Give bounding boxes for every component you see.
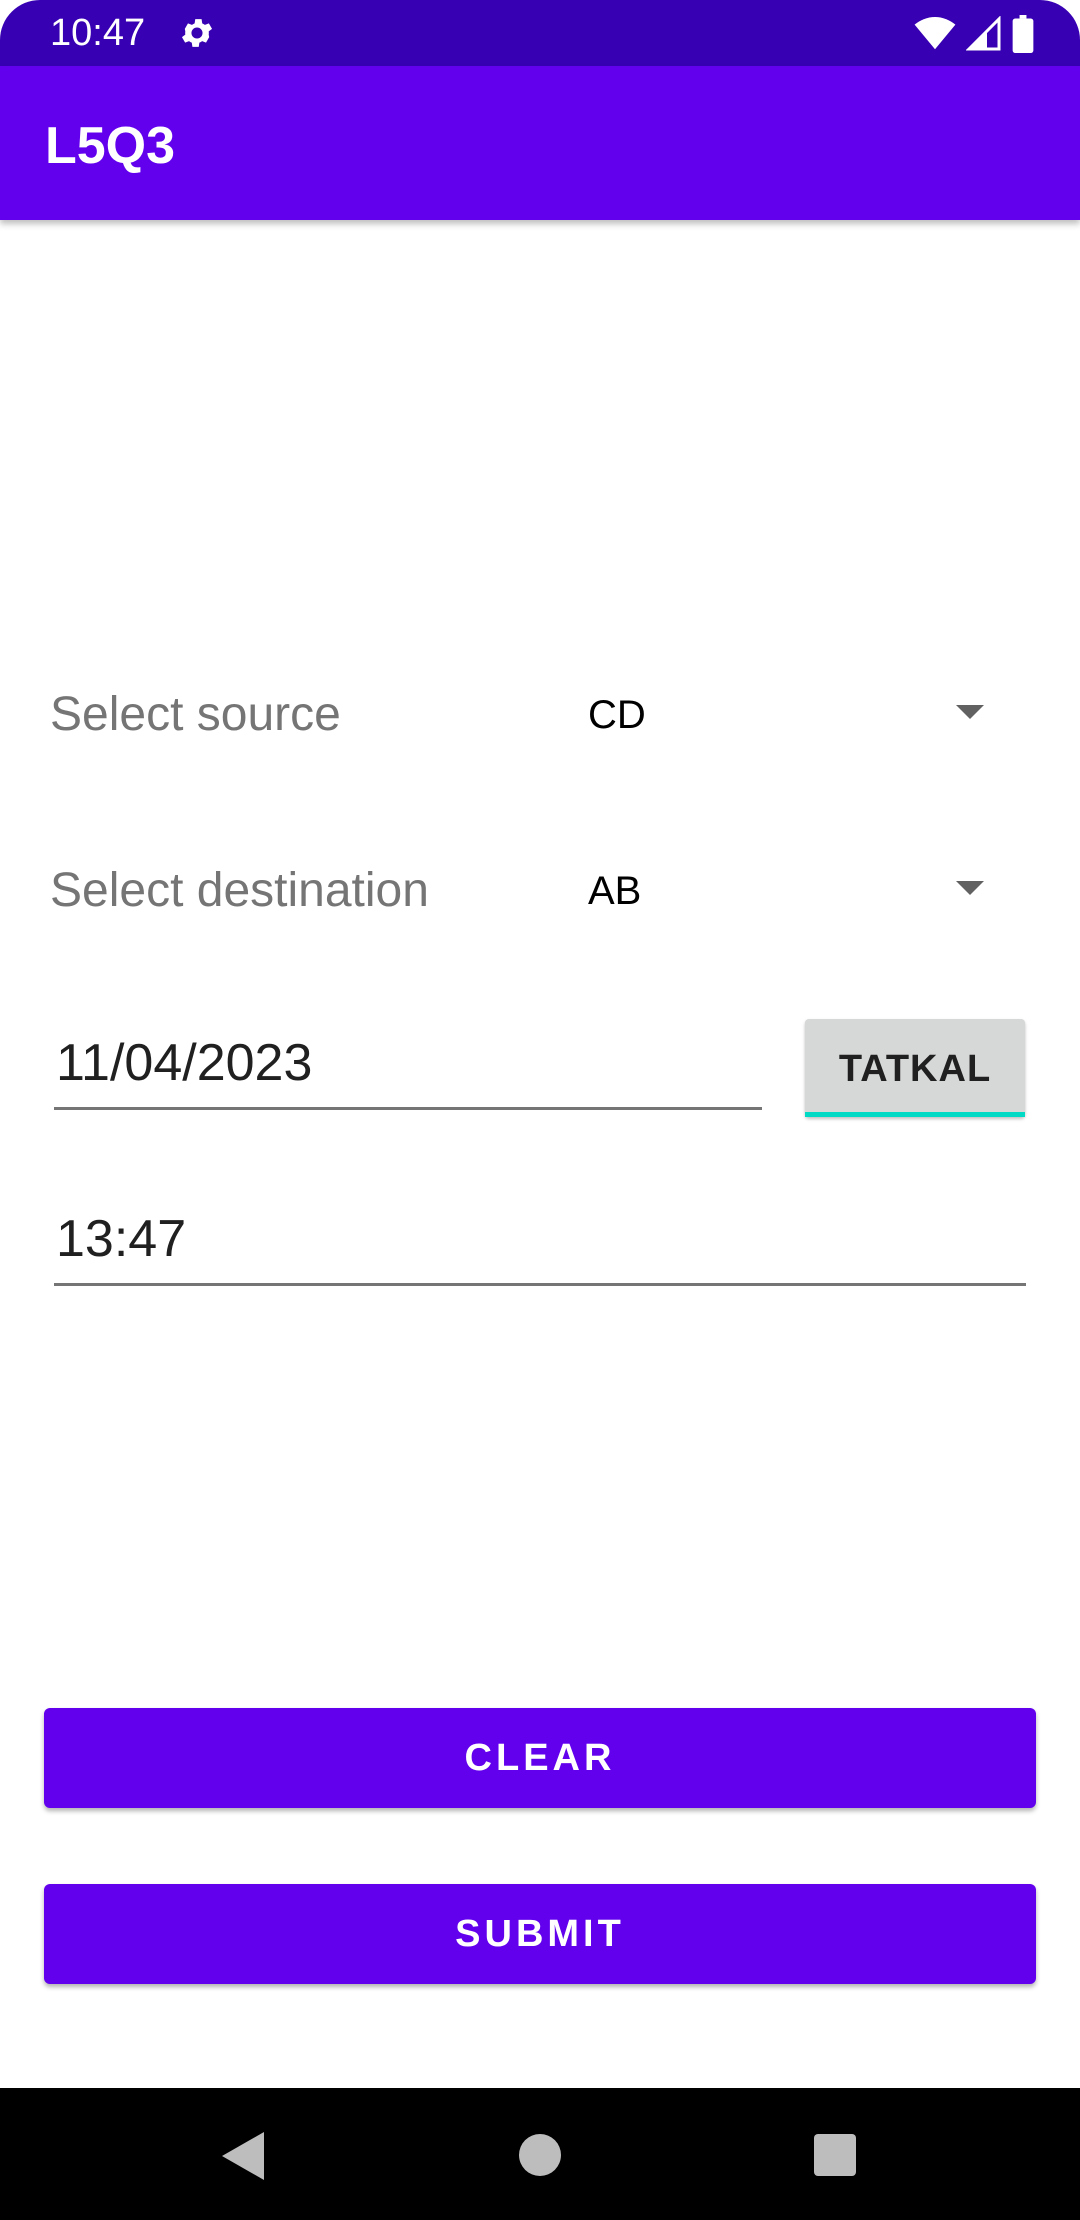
source-label: Select source (50, 688, 341, 741)
screen: 10:47 L5Q3 Select source CD Select desti… (0, 0, 1080, 2220)
source-spinner-value: CD (588, 693, 646, 737)
dropdown-arrow-icon (956, 881, 984, 895)
home-icon[interactable] (519, 2134, 561, 2176)
tatkal-button[interactable]: TATKAL (805, 1019, 1025, 1117)
date-field[interactable]: 11/04/2023 (54, 1017, 762, 1110)
date-value: 11/04/2023 (56, 1034, 313, 1092)
navigation-bar (0, 2088, 1080, 2220)
source-spinner[interactable]: CD (560, 670, 1020, 760)
time-value: 13:47 (56, 1210, 187, 1268)
app-title: L5Q3 (45, 117, 176, 175)
status-time: 10:47 (50, 12, 146, 54)
destination-label: Select destination (50, 864, 429, 917)
clear-button-label: CLEAR (464, 1737, 616, 1779)
status-bar: 10:47 (0, 0, 1080, 66)
battery-icon (1012, 15, 1034, 53)
wifi-icon (914, 17, 956, 50)
clear-button[interactable]: CLEAR (44, 1708, 1036, 1808)
recents-icon[interactable] (814, 2134, 856, 2176)
gear-icon (181, 19, 213, 47)
destination-spinner-value: AB (588, 869, 642, 913)
submit-button[interactable]: SUBMIT (44, 1884, 1036, 1984)
tatkal-label: TATKAL (838, 1048, 992, 1090)
signal-icon (966, 16, 1001, 51)
tatkal-indicator (805, 1112, 1025, 1117)
back-icon[interactable] (222, 2132, 264, 2180)
submit-button-label: SUBMIT (455, 1913, 625, 1955)
dropdown-arrow-icon (956, 705, 984, 719)
time-field[interactable]: 13:47 (54, 1193, 1026, 1286)
status-icons (914, 14, 1034, 54)
app-bar: L5Q3 (0, 66, 1080, 220)
destination-spinner[interactable]: AB (560, 846, 1020, 936)
